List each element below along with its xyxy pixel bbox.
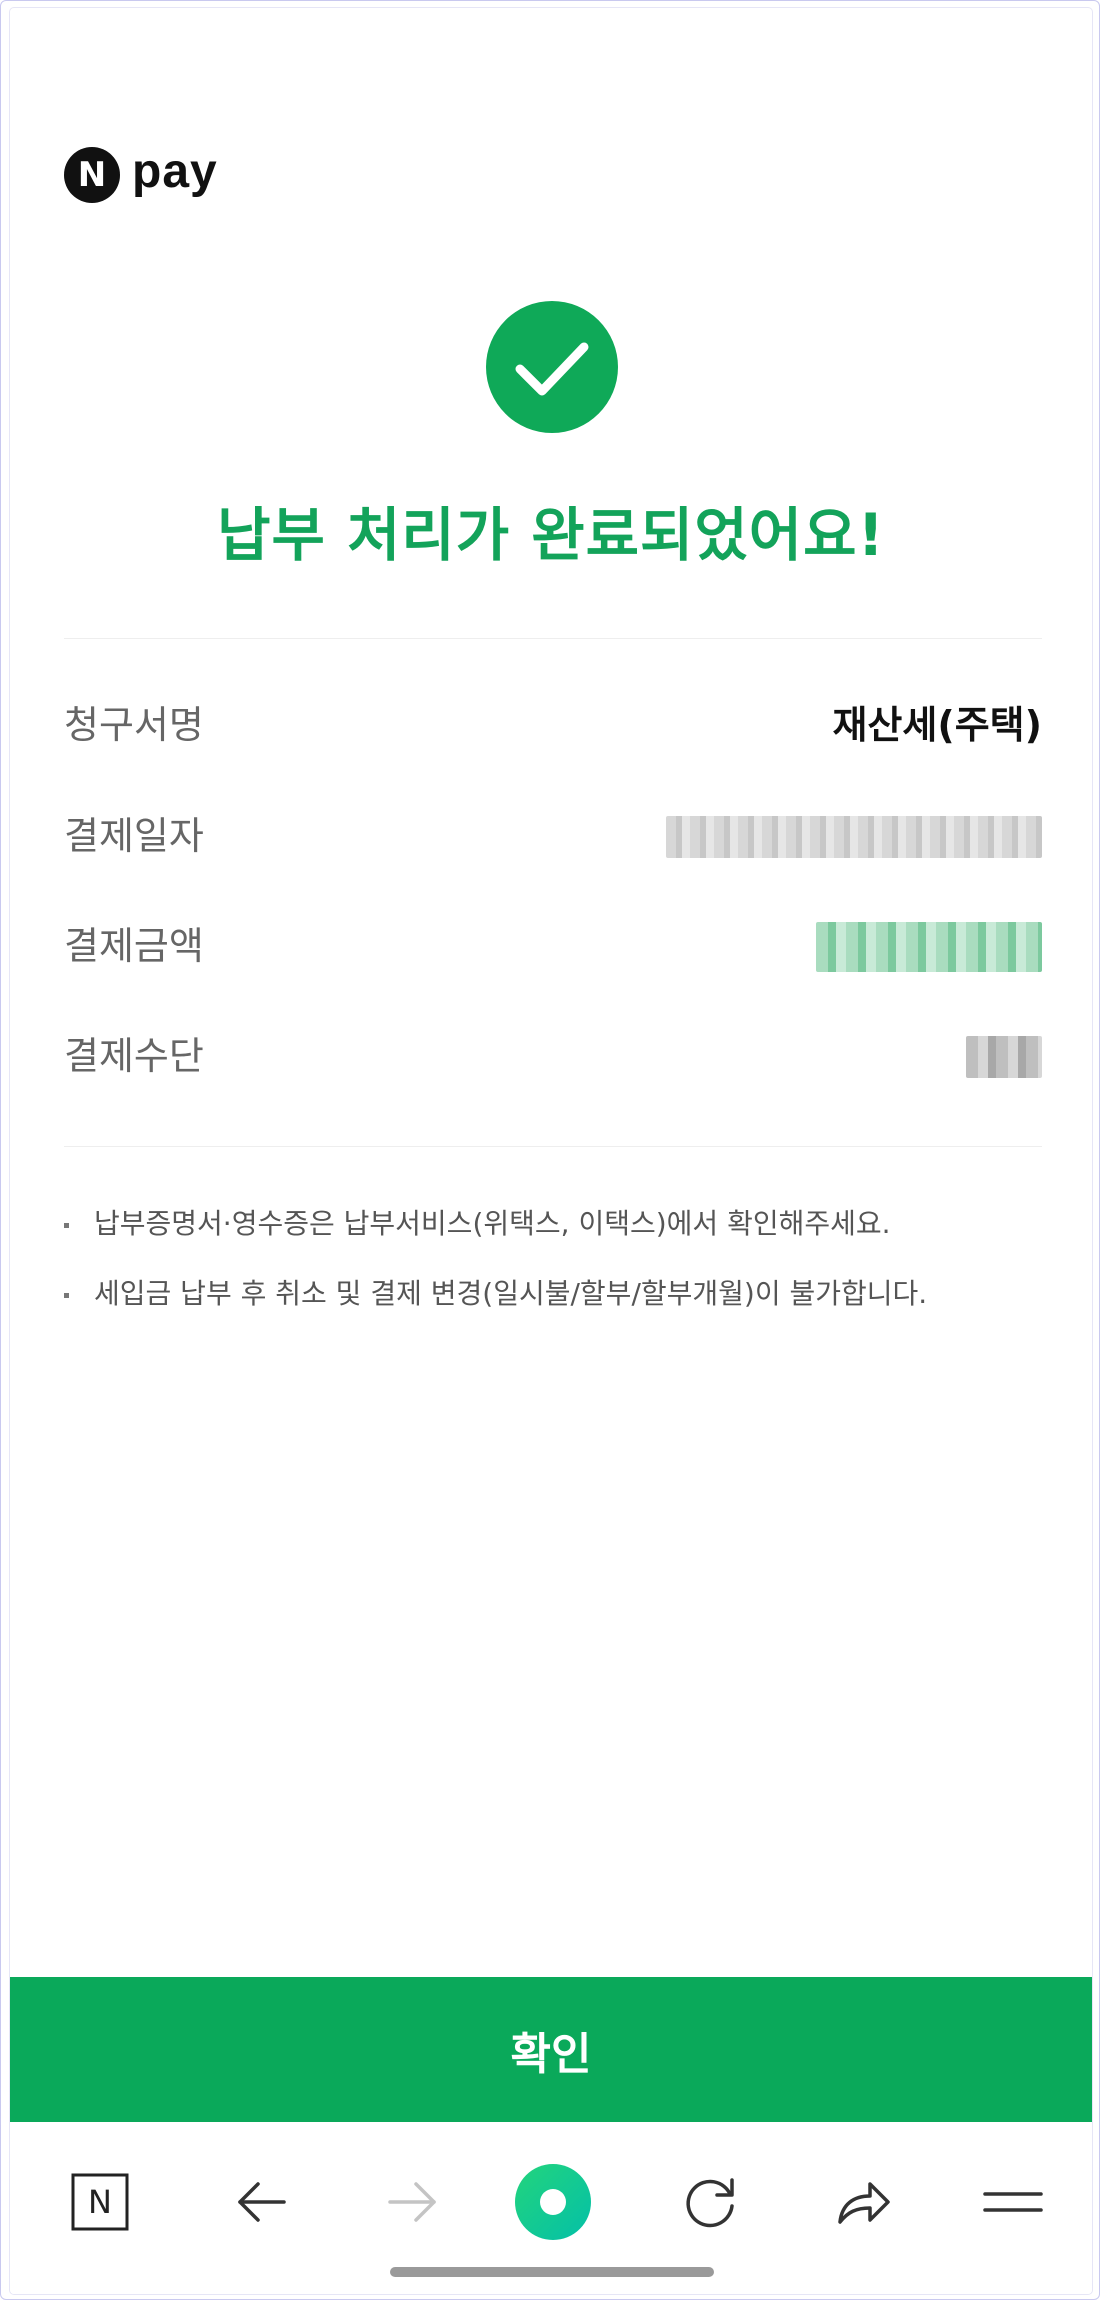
forward-arrow-icon[interactable] (374, 2164, 450, 2240)
menu-icon[interactable] (975, 2164, 1051, 2240)
bill-name-value: 재산세(주택) (832, 703, 1042, 747)
detail-row-payment-date: 결제일자 (64, 806, 1042, 866)
payment-date-redacted (666, 816, 1042, 858)
notice-item: 세입금 납부 후 취소 및 결제 변경(일시불/할부/할부개월)이 불가합니다. (64, 1273, 1042, 1315)
notice-list: 납부증명서·영수증은 납부서비스(위택스, 이택스)에서 확인해주세요. 세입금… (64, 1203, 1042, 1343)
naver-home-icon[interactable]: N (62, 2164, 138, 2240)
payment-method-redacted (966, 1036, 1042, 1078)
detail-row-bill-name: 청구서명 재산세(주택) (64, 695, 1042, 755)
detail-label: 결제수단 (64, 1034, 204, 1078)
divider-bottom (64, 1146, 1042, 1147)
refresh-icon[interactable] (674, 2164, 750, 2240)
detail-label: 결제일자 (64, 814, 204, 858)
divider-top (64, 638, 1042, 639)
status-title: 납부 처리가 완료되었어요! (217, 501, 885, 569)
back-arrow-icon[interactable] (224, 2164, 300, 2240)
payment-amount-redacted (816, 922, 1042, 972)
success-check-icon (486, 301, 618, 433)
logo-n-badge: N (64, 147, 120, 203)
detail-row-payment-method: 결제수단 (64, 1026, 1042, 1086)
confirm-button[interactable]: 확인 (10, 1977, 1092, 2122)
npay-logo: N pay (64, 145, 218, 203)
detail-label: 청구서명 (64, 703, 204, 747)
share-icon[interactable] (825, 2164, 901, 2240)
page: N pay 납부 처리가 완료되었어요! 청구서명 재산세(주택) 결제일자 결… (10, 8, 1092, 2294)
home-letter: N (88, 2183, 112, 2221)
logo-text: pay (132, 145, 218, 198)
notice-item: 납부증명서·영수증은 납부서비스(위택스, 이택스)에서 확인해주세요. (64, 1203, 1042, 1245)
detail-row-payment-amount: 결제금액 (64, 916, 1042, 976)
home-indicator[interactable] (390, 2267, 714, 2277)
detail-label: 결제금액 (64, 924, 204, 968)
green-dot-icon[interactable] (513, 2162, 593, 2242)
